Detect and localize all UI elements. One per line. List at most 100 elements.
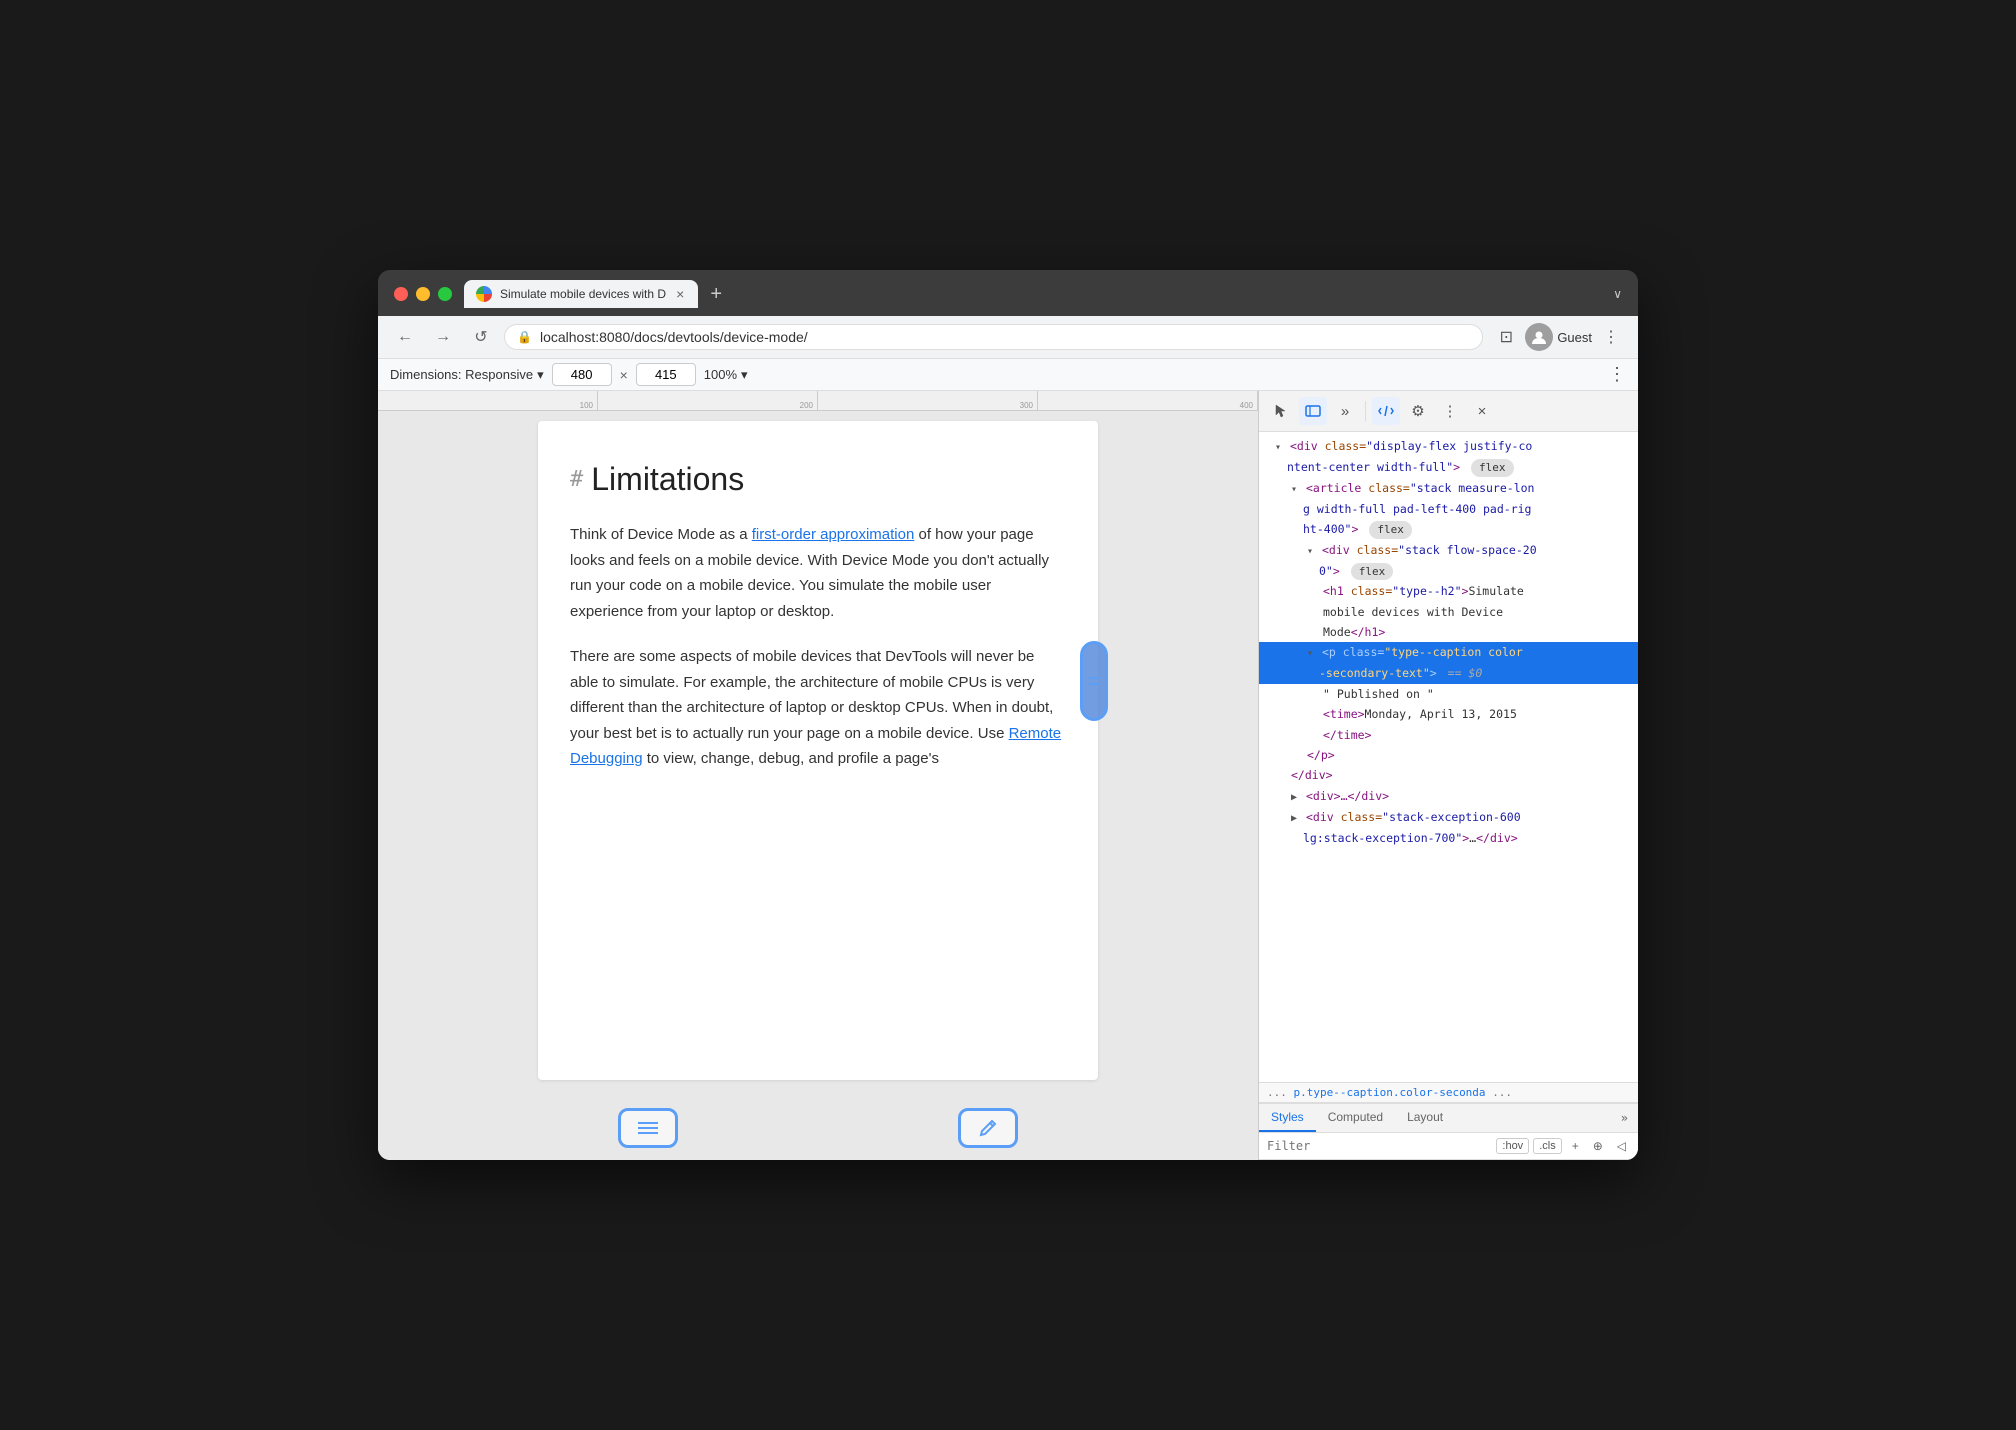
html-element-p-selected[interactable]: <p class="type--caption color xyxy=(1259,642,1638,663)
article-paragraph-2: There are some aspects of mobile devices… xyxy=(570,644,1066,772)
desktop-mode-button[interactable]: ⊡ xyxy=(1491,322,1521,352)
toggle-sidebar-button[interactable]: ◁ xyxy=(1613,1137,1630,1155)
html-element-article-cont2[interactable]: ht-400"> flex xyxy=(1259,519,1638,540)
devtools-styles: Styles Computed Layout » :hov .cls + ⊕ ◁ xyxy=(1259,1103,1638,1160)
devtools-elements[interactable]: <div class="display-flex justify-co nten… xyxy=(1259,432,1638,1082)
html-element-h1-end[interactable]: Mode</h1> xyxy=(1259,622,1638,642)
main-content: 100 200 300 400 # Limitations Think of D… xyxy=(378,391,1638,1160)
tab-computed[interactable]: Computed xyxy=(1316,1104,1395,1132)
elements-panel-button[interactable] xyxy=(1372,397,1400,425)
address-text: localhost:8080/docs/devtools/device-mode… xyxy=(540,329,1470,345)
nav-right-controls: ⊡ Guest ⋮ xyxy=(1491,322,1626,352)
scrollbar-lines xyxy=(1089,677,1099,685)
hov-button[interactable]: :hov xyxy=(1496,1138,1529,1154)
device-toolbar-more-icon[interactable]: ⋮ xyxy=(1608,364,1626,385)
devtools-close-button[interactable]: × xyxy=(1468,397,1496,425)
dimension-separator: × xyxy=(620,367,628,383)
lock-icon: 🔒 xyxy=(517,330,532,344)
device-selector[interactable]: Dimensions: Responsive ▾ xyxy=(390,367,544,383)
dropdown-arrow-icon: ▾ xyxy=(537,367,544,383)
tab-title: Simulate mobile devices with D xyxy=(500,287,666,301)
browser-window: Simulate mobile devices with D × + ∨ ← →… xyxy=(378,270,1638,1160)
toolbar-separator xyxy=(1365,401,1366,421)
html-element-article[interactable]: <article class="stack measure-lon xyxy=(1259,478,1638,499)
minimize-window-button[interactable] xyxy=(416,287,430,301)
html-element-div-collapsed[interactable]: <div>…</div> xyxy=(1259,786,1638,807)
breadcrumb-ellipsis: ... xyxy=(1267,1086,1287,1099)
devtools-toolbar: » ⚙ ⋮ × xyxy=(1259,391,1638,432)
expand-icon xyxy=(1307,645,1315,659)
back-button[interactable]: ← xyxy=(390,322,420,352)
styles-tabs: Styles Computed Layout » xyxy=(1259,1104,1638,1133)
tab-close-icon[interactable]: × xyxy=(674,286,686,302)
bottom-edit-button[interactable] xyxy=(958,1108,1018,1148)
hov-cls-buttons: :hov .cls xyxy=(1496,1138,1561,1154)
html-element-div-flex-cont[interactable]: ntent-center width-full"> flex xyxy=(1259,457,1638,478)
settings-button[interactable]: ⚙ xyxy=(1404,397,1432,425)
address-bar[interactable]: 🔒 localhost:8080/docs/devtools/device-mo… xyxy=(504,324,1483,350)
flex-badge-3: flex xyxy=(1351,563,1394,581)
first-order-link[interactable]: first-order approximation xyxy=(752,526,915,543)
browser-tab[interactable]: Simulate mobile devices with D × xyxy=(464,280,698,308)
devtools-panel: » ⚙ ⋮ × xyxy=(1258,391,1638,1160)
close-window-button[interactable] xyxy=(394,287,408,301)
forward-button[interactable]: → xyxy=(428,322,458,352)
page-content: # Limitations Think of Device Mode as a … xyxy=(378,411,1258,1100)
width-input[interactable] xyxy=(552,363,612,386)
style-sheet-button[interactable]: ⊕ xyxy=(1589,1137,1607,1155)
html-element-h1[interactable]: <h1 class="type--h2">Simulate xyxy=(1259,581,1638,601)
filter-input[interactable] xyxy=(1267,1139,1490,1153)
bottom-menu-button[interactable] xyxy=(618,1108,678,1148)
article-card: # Limitations Think of Device Mode as a … xyxy=(538,421,1098,1080)
more-panels-button[interactable]: » xyxy=(1331,397,1359,425)
tabs-row: Simulate mobile devices with D × + ∨ xyxy=(464,280,1622,308)
styles-tab-more-icon[interactable]: » xyxy=(1611,1105,1638,1131)
device-mode-button[interactable] xyxy=(1299,397,1327,425)
add-style-button[interactable]: + xyxy=(1568,1137,1583,1155)
scrollbar-handle[interactable] xyxy=(1080,641,1108,721)
html-element-p-end[interactable]: </p> xyxy=(1259,745,1638,765)
devtools-close-icon: × xyxy=(1478,403,1487,420)
more-panels-icon: » xyxy=(1341,403,1349,420)
html-element-div-stack-exception[interactable]: <div class="stack-exception-600 xyxy=(1259,807,1638,828)
html-element-time-end[interactable]: </time> xyxy=(1259,725,1638,745)
html-element-p-cont[interactable]: -secondary-text"> == $0 xyxy=(1259,663,1638,683)
html-element-div-stack-cont[interactable]: 0"> flex xyxy=(1259,561,1638,582)
tab-layout[interactable]: Layout xyxy=(1395,1104,1455,1132)
html-element-article-cont[interactable]: g width-full pad-left-400 pad-rig xyxy=(1259,499,1638,519)
article-title: Limitations xyxy=(591,461,744,498)
html-element-div-stack-exception-cont[interactable]: lg:stack-exception-700">…</div> xyxy=(1259,828,1638,848)
html-element-div-stack[interactable]: <div class="stack flow-space-20 xyxy=(1259,540,1638,561)
breadcrumb-current[interactable]: p.type--caption.color-seconda xyxy=(1294,1086,1486,1099)
zoom-label: 100% xyxy=(704,367,737,382)
window-controls xyxy=(394,287,452,301)
new-tab-button[interactable]: + xyxy=(702,280,730,308)
height-input[interactable] xyxy=(636,363,696,386)
expand-icon xyxy=(1275,439,1283,453)
tab-styles[interactable]: Styles xyxy=(1259,1104,1316,1132)
flex-badge: flex xyxy=(1471,459,1514,477)
cls-button[interactable]: .cls xyxy=(1533,1138,1562,1154)
devtools-more-button[interactable]: ⋮ xyxy=(1436,397,1464,425)
settings-icon: ⚙ xyxy=(1411,402,1424,420)
html-text-published[interactable]: " Published on " xyxy=(1259,684,1638,704)
article-heading: # Limitations xyxy=(570,461,1066,498)
zoom-button[interactable]: 100% ▾ xyxy=(704,367,748,383)
browser-menu-button[interactable]: ⋮ xyxy=(1596,322,1626,352)
html-element-time[interactable]: <time>Monday, April 13, 2015 xyxy=(1259,704,1638,724)
pointer-tool-button[interactable] xyxy=(1267,397,1295,425)
title-bar: Simulate mobile devices with D × + ∨ xyxy=(378,270,1638,316)
maximize-window-button[interactable] xyxy=(438,287,452,301)
expand-icon xyxy=(1307,543,1315,557)
scrollbar-line-1 xyxy=(1089,677,1099,679)
heading-hash: # xyxy=(570,467,583,492)
dimensions-label: Dimensions: Responsive xyxy=(390,367,533,382)
reload-button[interactable]: ↺ xyxy=(466,322,496,352)
tab-menu-icon[interactable]: ∨ xyxy=(1613,287,1622,301)
html-element-div-flex[interactable]: <div class="display-flex justify-co xyxy=(1259,436,1638,457)
user-avatar xyxy=(1525,323,1553,351)
html-element-h1-cont[interactable]: mobile devices with Device xyxy=(1259,602,1638,622)
dollar-zero: == $0 xyxy=(1448,666,1483,680)
expand-icon xyxy=(1291,789,1299,803)
html-element-div-end[interactable]: </div> xyxy=(1259,765,1638,785)
